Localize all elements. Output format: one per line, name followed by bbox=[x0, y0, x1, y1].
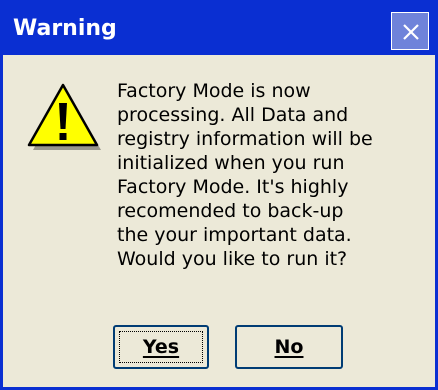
close-button[interactable] bbox=[391, 12, 429, 50]
warning-icon bbox=[27, 83, 101, 150]
title-bar: Warning bbox=[3, 3, 435, 55]
message-line: Would you like to run it? bbox=[117, 248, 348, 270]
message-line: processing. All Data and bbox=[117, 104, 349, 126]
message-line: the your important data. bbox=[117, 224, 352, 246]
message-text: Factory Mode is now processing. All Data… bbox=[117, 79, 429, 271]
warning-dialog: Warning Factory Mode is now processing. … bbox=[0, 0, 438, 390]
dialog-title: Warning bbox=[13, 16, 117, 41]
message-line: recomended to back-up bbox=[117, 200, 344, 222]
yes-button[interactable]: Yes bbox=[113, 325, 209, 369]
message-line: Factory Mode. It's highly bbox=[117, 176, 349, 198]
no-button-label: No bbox=[274, 336, 304, 358]
message-line: Factory Mode is now bbox=[117, 80, 311, 102]
message-line: initialized when you run bbox=[117, 152, 345, 174]
message-line: registry information will be bbox=[117, 128, 373, 150]
yes-button-label: Yes bbox=[142, 336, 180, 358]
no-button[interactable]: No bbox=[235, 325, 343, 369]
close-icon bbox=[403, 24, 419, 40]
